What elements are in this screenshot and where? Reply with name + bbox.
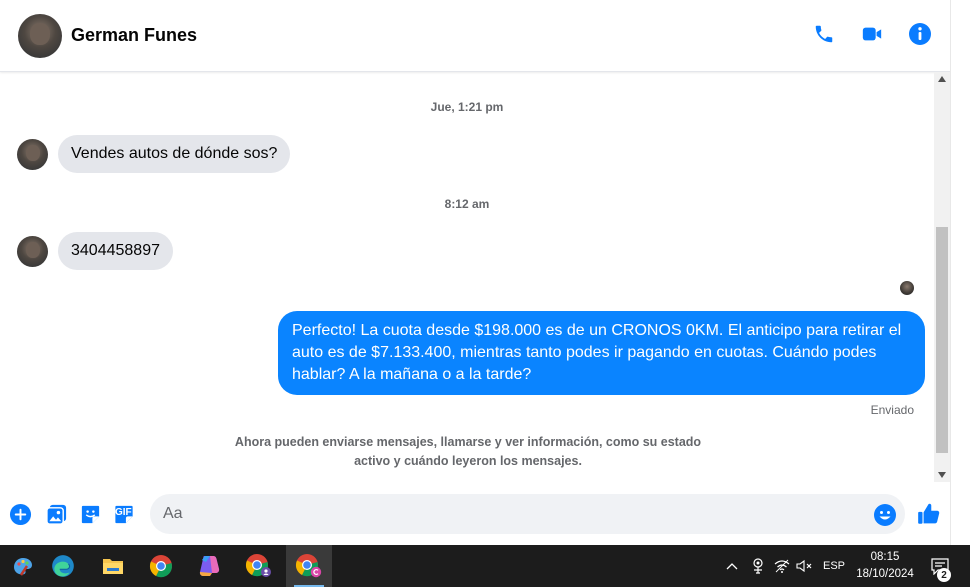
sticker-icon (81, 505, 99, 523)
taskbar-app-edge[interactable] (40, 545, 86, 587)
gif-label: GIF (115, 507, 132, 518)
info-icon (909, 23, 931, 45)
sender-avatar[interactable] (17, 138, 48, 170)
emoji-button[interactable] (873, 503, 897, 527)
edge-icon (52, 555, 74, 577)
taskbar-app-chrome-profile-c[interactable] (286, 545, 332, 587)
tray-language[interactable]: ESP (820, 545, 848, 587)
chrome-icon (149, 555, 172, 578)
scrollbar[interactable] (934, 72, 950, 482)
show-hidden-icons-button[interactable] (722, 545, 742, 587)
contact-name[interactable]: German Funes (71, 25, 197, 46)
smiley-icon (874, 504, 896, 526)
taskbar-app-chrome-profile[interactable] (236, 545, 282, 587)
taskbar-app-copilot[interactable] (187, 545, 233, 587)
info-line: Ahora pueden enviarse mensajes, llamarse… (234, 435, 702, 449)
taskbar-app-chrome[interactable] (138, 545, 184, 587)
incoming-message-row: Vendes autos de dónde sos? (17, 135, 291, 173)
incoming-message-bubble[interactable]: Vendes autos de dónde sos? (58, 135, 291, 173)
paint-icon (14, 558, 32, 576)
notification-badge: 2 (937, 568, 951, 582)
chrome-profile-c-icon (295, 554, 322, 578)
windows-taskbar: ESP 08:15 18/10/2024 2 (0, 545, 970, 587)
scrollbar-thumb[interactable] (936, 227, 948, 453)
encryption-info-text: Ahora pueden enviarse mensajes, llamarse… (218, 433, 718, 471)
outgoing-message-bubble[interactable]: Perfecto! La cuota desde $198.000 es de … (278, 311, 925, 395)
sender-avatar[interactable] (17, 235, 48, 267)
incoming-message-bubble[interactable]: 3404458897 (58, 232, 173, 270)
video-call-button[interactable] (860, 22, 884, 46)
conversation-info-button[interactable] (908, 22, 932, 46)
taskbar-app-file-explorer[interactable] (90, 545, 136, 587)
camera-tray-icon (753, 558, 763, 574)
tray-wifi[interactable] (772, 545, 792, 587)
message-status: Enviado (870, 403, 914, 417)
seen-indicator-avatar (900, 281, 914, 295)
chrome-profile-icon (245, 554, 271, 577)
more-actions-button[interactable] (8, 502, 32, 526)
video-camera-icon (862, 27, 882, 41)
plus-icon (9, 503, 31, 525)
triangle-down-icon (938, 472, 946, 478)
scroll-up-button[interactable] (934, 72, 950, 86)
scroll-down-button[interactable] (934, 468, 950, 482)
clock-time: 08:15 (870, 551, 900, 563)
sticker-button[interactable] (78, 502, 102, 526)
tray-meet-now[interactable] (748, 545, 768, 587)
notification-center-button[interactable]: 2 (926, 545, 954, 587)
clock-date: 18/10/2024 (856, 568, 914, 580)
tray-clock[interactable]: 08:15 18/10/2024 (853, 549, 917, 583)
message-timestamp: Jue, 1:21 pm (430, 100, 504, 114)
gif-button[interactable]: GIF (112, 502, 136, 526)
volume-muted-icon (796, 559, 812, 573)
tray-volume[interactable] (794, 545, 814, 587)
message-composer: GIF (0, 482, 950, 545)
message-timestamp: 8:12 am (444, 197, 490, 211)
window-edge (950, 0, 970, 545)
voice-call-button[interactable] (812, 22, 836, 46)
contact-avatar[interactable] (18, 13, 62, 58)
wifi-icon (774, 559, 790, 573)
chat-header: German Funes (0, 0, 950, 72)
thumbs-up-icon (918, 503, 940, 524)
file-explorer-icon (103, 559, 123, 574)
like-button[interactable] (916, 501, 942, 527)
gallery-icon (45, 504, 66, 525)
incoming-message-row: 3404458897 (17, 232, 173, 270)
phone-icon (815, 25, 833, 43)
attach-media-button[interactable] (44, 502, 68, 526)
info-line: activo y cuándo leyeron los mensajes. (354, 454, 582, 468)
copilot-icon (199, 556, 220, 576)
chevron-up-icon (726, 563, 738, 570)
message-input[interactable] (150, 494, 905, 534)
header-actions (812, 22, 932, 46)
triangle-up-icon (938, 76, 946, 82)
